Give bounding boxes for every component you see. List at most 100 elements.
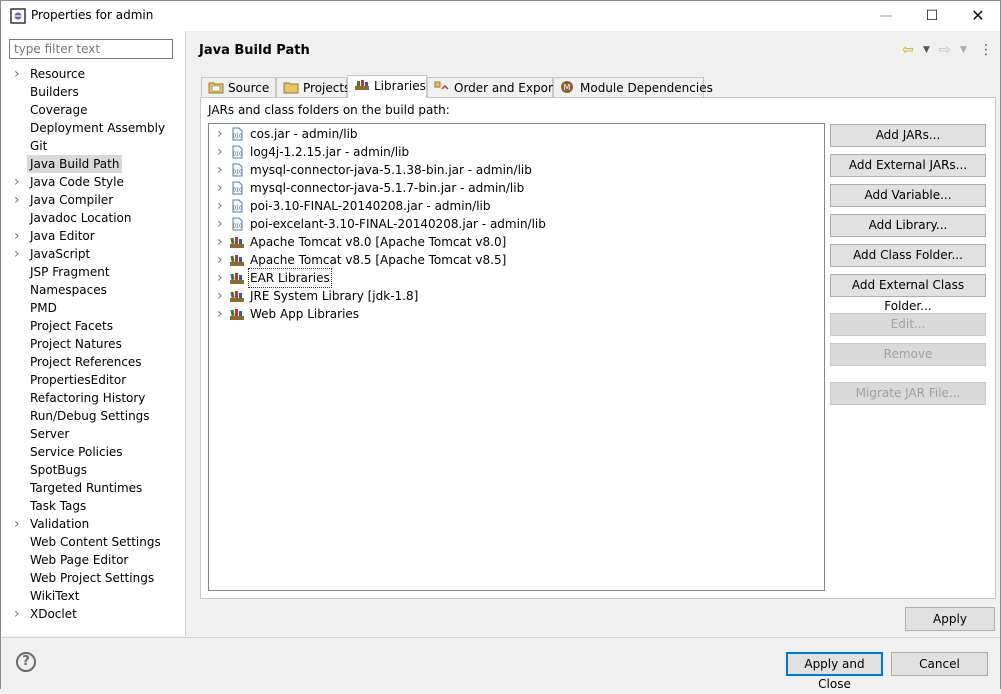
apply-and-close-button[interactable]: Apply and Close	[786, 652, 883, 691]
nav-item-web-project-settings[interactable]: Web Project Settings	[1, 569, 185, 587]
build-path-tree[interactable]: › 010 cos.jar - admin/lib › 010 log4j-1.2.15.…	[208, 123, 825, 591]
close-button[interactable]: ✕	[955, 1, 1001, 31]
tree-row[interactable]: › EAR Libraries	[209, 268, 809, 288]
library-container-icon	[230, 291, 244, 302]
tree-row[interactable]: › 010 cos.jar - admin/lib	[209, 125, 809, 143]
nav-item-server[interactable]: Server	[1, 425, 185, 443]
chevron-right-icon[interactable]: ›	[217, 305, 223, 323]
nav-item-jsp-fragment[interactable]: JSP Fragment	[1, 263, 185, 281]
tree-row[interactable]: › 010 log4j-1.2.15.jar - admin/lib	[209, 143, 809, 161]
chevron-right-icon[interactable]: ›	[217, 125, 223, 143]
chevron-right-icon[interactable]: ›	[14, 227, 24, 245]
tab-label: Module Dependencies	[580, 81, 713, 95]
nav-item-javascript[interactable]: › JavaScript	[1, 245, 185, 263]
help-icon[interactable]: ?	[16, 652, 36, 672]
preference-tree-panel: › Resource Builders Coverage Deployment Asse…	[1, 31, 186, 636]
tree-row[interactable]: › Apache Tomcat v8.0 [Apache Tomcat v8.0]	[209, 233, 809, 251]
tree-row[interactable]: › JRE System Library [jdk-1.8]	[209, 287, 809, 305]
add-variable-button[interactable]: Add Variable...	[830, 184, 986, 207]
nav-item-project-references[interactable]: Project References	[1, 353, 185, 371]
nav-item-label: Run/Debug Settings	[30, 409, 150, 423]
nav-item-web-content-settings[interactable]: Web Content Settings	[1, 533, 185, 551]
chevron-right-icon[interactable]: ›	[217, 161, 223, 179]
add-external-jars-button[interactable]: Add External JARs...	[830, 154, 986, 177]
add-jars-button[interactable]: Add JARs...	[830, 124, 986, 147]
chevron-right-icon[interactable]: ›	[14, 515, 24, 533]
nav-item-web-page-editor[interactable]: Web Page Editor	[1, 551, 185, 569]
nav-item-run-debug-settings[interactable]: Run/Debug Settings	[1, 407, 185, 425]
nav-item-java-code-style[interactable]: › Java Code Style	[1, 173, 185, 191]
tree-row[interactable]: › 010 mysql-connector-java-5.1.38-bin.jar …	[209, 161, 809, 179]
nav-item-java-compiler[interactable]: › Java Compiler	[1, 191, 185, 209]
nav-item-xdoclet[interactable]: › XDoclet	[1, 605, 185, 623]
tree-row[interactable]: › 010 poi-3.10-FINAL-20140208.jar - admin/…	[209, 197, 809, 215]
nav-item-git[interactable]: Git	[1, 137, 185, 155]
nav-item-service-policies[interactable]: Service Policies	[1, 443, 185, 461]
chevron-right-icon[interactable]: ›	[14, 245, 24, 263]
nav-item-resource[interactable]: › Resource	[1, 65, 185, 83]
chevron-right-icon[interactable]: ›	[217, 143, 223, 161]
nav-item-wikitext[interactable]: WikiText	[1, 587, 185, 605]
history-nav: ⇦ ▼ ⇨ ▼ ⋮	[899, 41, 995, 59]
chevron-right-icon[interactable]: ›	[217, 215, 223, 233]
maximize-button[interactable]: ☐	[909, 1, 955, 31]
chevron-right-icon[interactable]: ›	[14, 191, 24, 209]
back-arrow-icon[interactable]: ⇦	[902, 41, 914, 59]
tab-projects[interactable]: Projects	[276, 77, 351, 97]
chevron-right-icon[interactable]: ›	[217, 251, 223, 269]
cancel-button[interactable]: Cancel	[891, 652, 988, 676]
nav-item-coverage[interactable]: Coverage	[1, 101, 185, 119]
apply-button[interactable]: Apply	[905, 607, 995, 631]
nav-item-refactoring-history[interactable]: Refactoring History	[1, 389, 185, 407]
nav-item-label: Web Page Editor	[30, 553, 129, 567]
nav-item-project-facets[interactable]: Project Facets	[1, 317, 185, 335]
tab-libraries[interactable]: Libraries	[347, 75, 427, 98]
chevron-right-icon[interactable]: ›	[217, 287, 223, 305]
tab-label: Projects	[303, 81, 351, 95]
chevron-right-icon[interactable]: ›	[217, 179, 223, 197]
nav-item-spotbugs[interactable]: SpotBugs	[1, 461, 185, 479]
forward-dropdown-icon[interactable]: ▼	[960, 41, 967, 59]
filter-input[interactable]	[9, 39, 173, 59]
tab-order-and-export[interactable]: Order and Export	[427, 77, 558, 97]
nav-item-java-build-path[interactable]: Java Build Path	[1, 155, 185, 173]
order-export-icon	[434, 81, 449, 90]
chevron-right-icon[interactable]: ›	[14, 65, 24, 83]
add-library-button[interactable]: Add Library...	[830, 214, 986, 237]
nav-item-namespaces[interactable]: Namespaces	[1, 281, 185, 299]
tree-row[interactable]: › Apache Tomcat v8.5 [Apache Tomcat v8.5]	[209, 251, 809, 269]
tree-row[interactable]: › 010 poi-excelant-3.10-FINAL-20140208.jar…	[209, 215, 809, 233]
nav-item-javadoc-location[interactable]: Javadoc Location	[1, 209, 185, 227]
chevron-right-icon[interactable]: ›	[217, 197, 223, 215]
projects-folder-icon	[283, 82, 299, 94]
nav-item-label: Targeted Runtimes	[30, 481, 143, 495]
nav-item-pmd[interactable]: PMD	[1, 299, 185, 317]
tree-row-label: mysql-connector-java-5.1.38-bin.jar - ad…	[250, 163, 532, 177]
minimize-button[interactable]: —	[863, 1, 909, 31]
chevron-right-icon[interactable]: ›	[217, 233, 223, 251]
nav-item-label: Coverage	[30, 103, 88, 117]
tree-row[interactable]: › 010 mysql-connector-java-5.1.7-bin.jar -…	[209, 179, 809, 197]
nav-item-task-tags[interactable]: Task Tags	[1, 497, 185, 515]
nav-item-label: Project Natures	[30, 337, 122, 351]
nav-item-propertieseditor[interactable]: PropertiesEditor	[1, 371, 185, 389]
chevron-right-icon[interactable]: ›	[217, 269, 223, 287]
nav-item-targeted-runtimes[interactable]: Targeted Runtimes	[1, 479, 185, 497]
nav-item-builders[interactable]: Builders	[1, 83, 185, 101]
nav-item-java-editor[interactable]: › Java Editor	[1, 227, 185, 245]
add-external-class-folder-button[interactable]: Add External Class Folder...	[830, 274, 986, 313]
forward-arrow-icon[interactable]: ⇨	[939, 41, 951, 59]
chevron-right-icon[interactable]: ›	[14, 605, 24, 623]
menu-dots-icon[interactable]: ⋮	[979, 41, 993, 59]
nav-item-project-natures[interactable]: Project Natures	[1, 335, 185, 353]
nav-item-validation[interactable]: › Validation	[1, 515, 185, 533]
tab-source[interactable]: Source	[201, 77, 276, 97]
libraries-label: JARs and class folders on the build path…	[208, 103, 450, 117]
back-dropdown-icon[interactable]: ▼	[923, 41, 930, 59]
nav-item-deployment-assembly[interactable]: Deployment Assembly	[1, 119, 185, 137]
tab-module-dependencies[interactable]: M Module Dependencies	[553, 77, 713, 97]
libraries-icon	[355, 80, 369, 90]
add-class-folder-button[interactable]: Add Class Folder...	[830, 244, 986, 267]
tree-row[interactable]: › Web App Libraries	[209, 305, 809, 323]
chevron-right-icon[interactable]: ›	[14, 173, 24, 191]
